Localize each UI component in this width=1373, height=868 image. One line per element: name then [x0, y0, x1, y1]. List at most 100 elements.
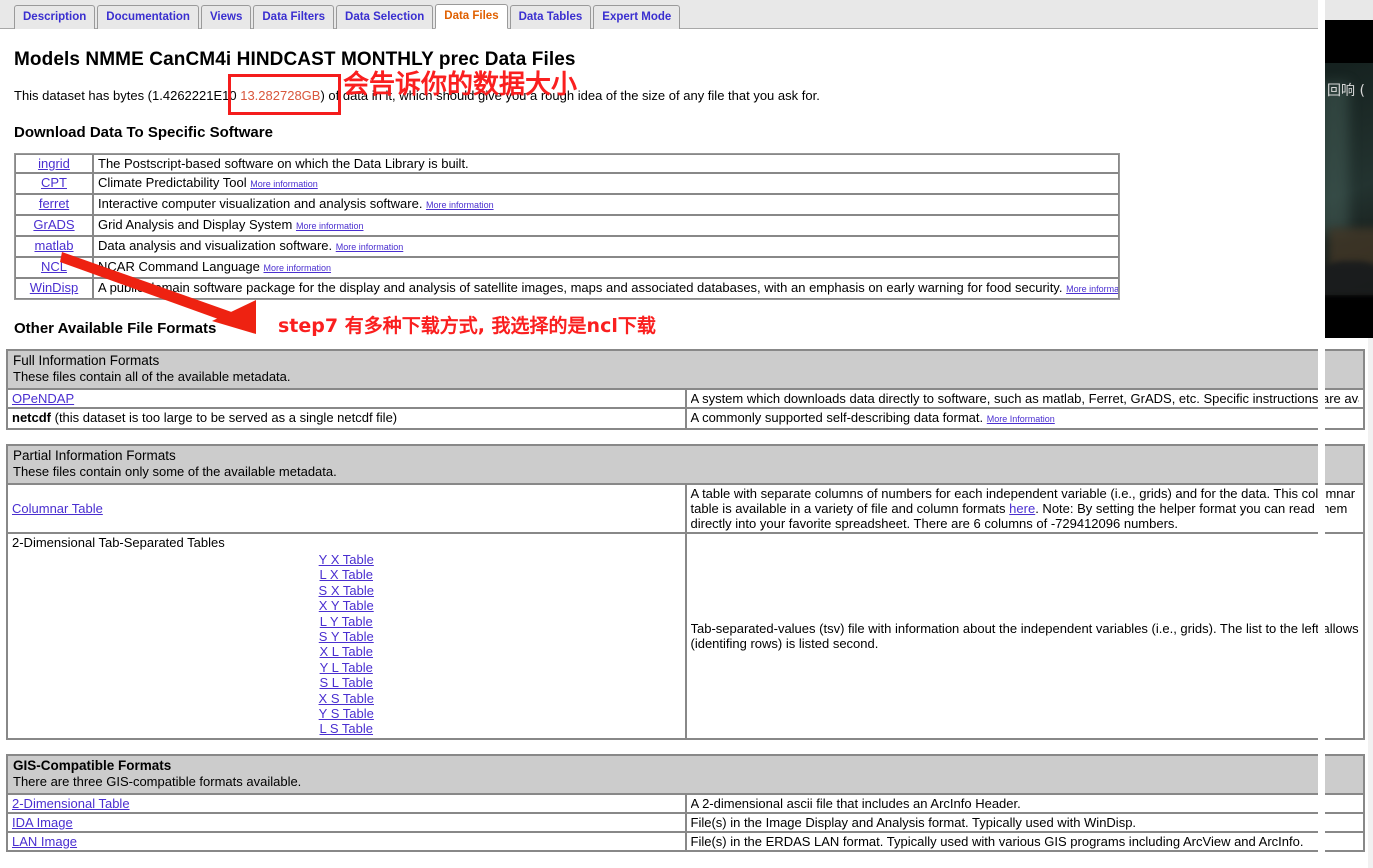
link-more-information[interactable]: More information	[263, 263, 331, 273]
format-name-cell: IDA Image	[7, 812, 686, 832]
format-name-cell: 2-Dimensional Table	[7, 793, 686, 813]
software-desc-text: The Postscript-based software on which t…	[98, 156, 469, 171]
tab-data-tables[interactable]: Data Tables	[509, 5, 592, 29]
format-desc-cell: Tab-separated-values (tsv) file with inf…	[685, 533, 1364, 739]
format-name-cell: 2-Dimensional Tab-Separated Tables Y X T…	[7, 533, 686, 739]
tab-documentation[interactable]: Documentation	[97, 5, 199, 29]
link-more-information[interactable]: More information	[1066, 284, 1118, 294]
link-2d-table[interactable]: 2-Dimensional Table	[12, 796, 130, 811]
link-lan-image[interactable]: LAN Image	[12, 834, 77, 849]
link-sx-table[interactable]: S X Table	[12, 583, 681, 598]
heading-other-formats: Other Available File Formats	[14, 320, 217, 337]
link-ys-table[interactable]: Y S Table	[12, 706, 681, 721]
video-overlay-title: 回响 (	[1327, 83, 1365, 99]
link-cpt[interactable]: CPT	[41, 175, 67, 190]
link-ls-table[interactable]: L S Table	[12, 721, 681, 736]
group-header-partial-information: Partial Information Formats These files …	[7, 445, 1364, 484]
tab-data-selection[interactable]: Data Selection	[336, 5, 434, 29]
video-overlay-highlight	[1325, 83, 1349, 233]
video-overlay-panel[interactable]: 回响 (	[1325, 20, 1373, 338]
group-subtitle: There are three GIS-compatible formats a…	[13, 773, 302, 789]
format-desc-cell: A table with separate columns of numbers…	[685, 484, 1364, 533]
tsv-table-label: 2-Dimensional Tab-Separated Tables	[12, 535, 225, 550]
tab-data-filters[interactable]: Data Filters	[253, 5, 335, 29]
link-windisp[interactable]: WinDisp	[30, 280, 78, 295]
software-desc-cell: A public domain software package for the…	[93, 278, 1119, 299]
software-desc-cell: The Postscript-based software on which t…	[93, 154, 1119, 173]
link-yx-table[interactable]: Y X Table	[12, 552, 681, 567]
table-row: Partial Information Formats These files …	[7, 445, 1364, 484]
heading-download-software: Download Data To Specific Software	[14, 124, 273, 141]
link-more-information[interactable]: More Information	[987, 414, 1055, 424]
link-xs-table[interactable]: X S Table	[12, 691, 681, 706]
partial-information-table: Partial Information Formats These files …	[6, 444, 1365, 740]
dataset-size-paragraph: This dataset has bytes (1.4262221E10 13.…	[14, 88, 1359, 104]
full-information-block: Full Information Formats These files con…	[0, 349, 1373, 430]
table-row: 2-Dimensional Tab-Separated Tables Y X T…	[7, 533, 1364, 739]
link-grads[interactable]: GrADS	[33, 217, 74, 232]
tab-views[interactable]: Views	[200, 5, 252, 29]
link-columnar-table[interactable]: Columnar Table	[12, 501, 103, 516]
format-name-netcdf: netcdf	[12, 410, 51, 425]
table-row: IDA Image File(s) in the Image Display a…	[7, 812, 1364, 832]
format-desc-cell: File(s) in the ERDAS LAN format. Typical…	[685, 831, 1364, 851]
software-desc-cell: Data analysis and visualization software…	[93, 236, 1119, 257]
video-overlay-foreground	[1325, 261, 1373, 295]
link-matlab[interactable]: matlab	[34, 238, 73, 253]
link-sy-table[interactable]: S Y Table	[12, 629, 681, 644]
link-xy-table[interactable]: X Y Table	[12, 598, 681, 613]
link-lx-table[interactable]: L X Table	[12, 567, 681, 582]
tab-description[interactable]: Description	[14, 5, 96, 29]
software-name-cell: GrADS	[15, 215, 93, 236]
intro-text-before: This dataset has bytes (1.4262221E10	[14, 88, 241, 103]
gis-formats-block: GIS-Compatible Formats There are three G…	[0, 753, 1373, 852]
page-body: Models NMME CanCM4i HINDCAST MONTHLY pre…	[0, 49, 1373, 337]
format-desc-text: File(s) in the ERDAS LAN format. Typical…	[690, 833, 1304, 849]
software-desc-text: A public domain software package for the…	[98, 280, 1067, 295]
tsv-desc-line1: Tab-separated-values (tsv) file with inf…	[690, 620, 1360, 636]
software-desc-cell: Interactive computer visualization and a…	[93, 194, 1119, 215]
software-name-cell: ferret	[15, 194, 93, 215]
link-ferret[interactable]: ferret	[39, 196, 69, 211]
group-subtitle: These files contain all of the available…	[13, 369, 291, 384]
group-header-full-information: Full Information Formats These files con…	[7, 350, 1364, 389]
link-ly-table[interactable]: L Y Table	[12, 614, 681, 629]
link-more-information[interactable]: More information	[250, 179, 318, 189]
format-desc-cell: File(s) in the Image Display and Analysi…	[685, 812, 1364, 832]
software-desc-cell: Climate Predictability Tool More informa…	[93, 173, 1119, 194]
link-more-information[interactable]: More information	[336, 242, 404, 252]
table-row: Columnar Table A table with separate col…	[7, 484, 1364, 533]
software-desc-text: Interactive computer visualization and a…	[98, 196, 427, 211]
link-here[interactable]: here	[1009, 501, 1035, 516]
table-row: Full Information Formats These files con…	[7, 350, 1364, 389]
tab-expert-mode[interactable]: Expert Mode	[593, 5, 681, 29]
partial-information-block: Partial Information Formats These files …	[0, 444, 1373, 740]
tab-data-files[interactable]: Data Files	[435, 4, 508, 29]
software-name-cell: WinDisp	[15, 278, 93, 299]
link-ingrid[interactable]: ingrid	[38, 156, 70, 171]
software-name-cell: NCL	[15, 257, 93, 278]
software-desc-text: NCAR Command Language	[98, 259, 264, 274]
link-xl-table[interactable]: X L Table	[12, 644, 681, 659]
table-row: GrADS Grid Analysis and Display System M…	[15, 215, 1119, 236]
software-desc-text: Grid Analysis and Display System	[98, 217, 296, 232]
table-row: CPT Climate Predictability Tool More inf…	[15, 173, 1119, 194]
format-desc-text: File(s) in the Image Display and Analysi…	[690, 814, 1137, 830]
format-name-cell: OPeNDAP	[7, 389, 686, 408]
format-name-cell: Columnar Table	[7, 484, 686, 533]
table-row: OPeNDAP A system which downloads data di…	[7, 389, 1364, 408]
link-opendap[interactable]: OPeNDAP	[12, 391, 74, 406]
link-ida-image[interactable]: IDA Image	[12, 815, 73, 830]
intro-text-after: ) of data in it, which should give you a…	[320, 88, 820, 103]
group-title: Full Information Formats	[13, 353, 160, 368]
dataset-size-value: 13.282728GB	[240, 88, 321, 103]
format-desc-text: A system which downloads data directly t…	[690, 391, 1360, 406]
link-more-information[interactable]: More information	[426, 200, 494, 210]
link-sl-table[interactable]: S L Table	[12, 675, 681, 690]
link-more-information[interactable]: More information	[296, 221, 364, 231]
link-yl-table[interactable]: Y L Table	[12, 660, 681, 675]
link-ncl[interactable]: NCL	[41, 259, 67, 274]
software-desc-text: Data analysis and visualization software…	[98, 238, 336, 253]
table-row: ingrid The Postscript-based software on …	[15, 154, 1119, 173]
